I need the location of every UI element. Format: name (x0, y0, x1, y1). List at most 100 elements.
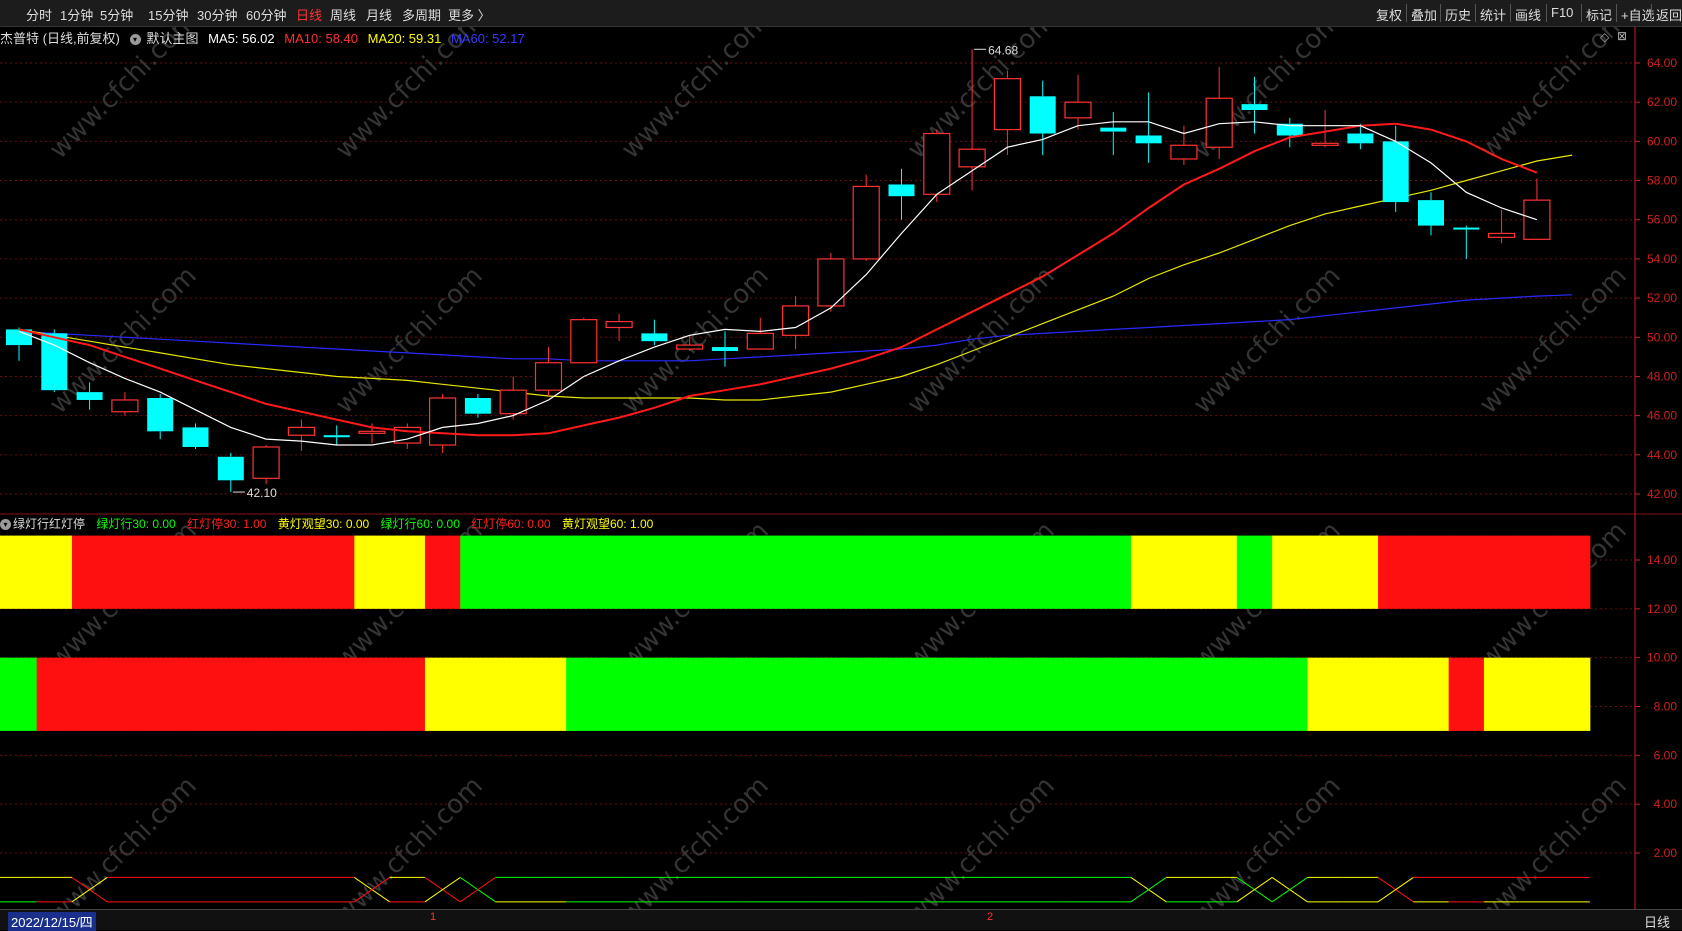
signal-lane-30 (354, 535, 391, 609)
signal-lane-60 (1483, 657, 1520, 731)
template-label[interactable]: 默认主图 (147, 31, 199, 46)
signal-lane-30 (1483, 535, 1520, 609)
price-tick-label: 44.00 (1647, 448, 1677, 462)
candle (888, 184, 915, 197)
status-bar: 2022/12/15/四 1 2 日线 (0, 909, 1682, 931)
period-indicator[interactable]: 日线 (1644, 912, 1670, 931)
toolbar-separator (1440, 4, 1441, 22)
period-tab-3[interactable]: 15分钟 (148, 5, 188, 24)
low-label: 42.10 (247, 486, 277, 500)
stock-chart[interactable]: 64.00 62.00 60.00 58.00 56.00 54.00 52.00 50.00… (0, 0, 1682, 929)
signal-lane-30 (1025, 535, 1061, 609)
toolbar-button-1[interactable]: 叠加 (1411, 5, 1437, 24)
yellow30-label: 黄灯观望30: 0.00 (277, 517, 370, 531)
candle (1487, 232, 1516, 238)
candle (287, 426, 315, 436)
period-tab-2[interactable]: 5分钟 (100, 5, 133, 24)
signal-lane-30 (1095, 535, 1132, 609)
candle (323, 435, 350, 438)
signal-lane-30 (742, 535, 779, 609)
stock-title[interactable]: 杰普特 (日线,前复权) (0, 31, 120, 46)
period-tab-10[interactable]: 更多 〉 (448, 5, 491, 24)
signal-lane-30 (248, 535, 285, 609)
candle (1418, 200, 1444, 226)
signal-lane-60 (1307, 657, 1344, 731)
signal-lane-60 (989, 657, 1026, 731)
candle (993, 78, 1022, 131)
signal-lane-60 (1236, 657, 1273, 731)
toolbar-button-5[interactable]: F10 (1551, 5, 1573, 20)
price-tick-label: 62.00 (1647, 95, 1677, 109)
price-tick-label: 46.00 (1647, 409, 1677, 423)
candle (923, 132, 951, 195)
signal-lane-60 (460, 657, 497, 731)
template-icon[interactable]: ▾ (129, 34, 141, 46)
indicator-tick-label: 12.00 (1647, 602, 1677, 616)
indicator-tick-label: 6.00 (1654, 748, 1678, 762)
toolbar-button-8[interactable]: 返回 (1656, 5, 1682, 24)
signal-lane-30 (283, 535, 320, 609)
toolbar-button-7[interactable]: +自选 (1621, 5, 1655, 24)
watermark: www.cfchi.com (1474, 261, 1633, 420)
price-tick-label: 56.00 (1647, 213, 1677, 227)
period-tab-7[interactable]: 周线 (330, 5, 356, 24)
period-tab-6[interactable]: 日线 (296, 5, 322, 24)
ma10-label: MA10: 58.40 (284, 31, 358, 46)
signal-lane-30 (1272, 535, 1308, 609)
watermark: www.cfchi.com (1188, 771, 1347, 929)
candle (252, 446, 280, 479)
period-tab-8[interactable]: 月线 (366, 5, 392, 24)
toolbar-separator (1510, 4, 1511, 22)
signal-lane-30 (919, 535, 955, 609)
candle (781, 305, 810, 336)
watermark: www.cfchi.com (616, 771, 775, 929)
signal-lane-60 (354, 657, 391, 731)
period-tab-0[interactable]: 分时 (26, 5, 52, 24)
toolbar-button-0[interactable]: 复权 (1376, 5, 1402, 24)
diamond-icon[interactable]: ◇ (1600, 30, 1609, 44)
signal-lane-60 (213, 657, 249, 731)
toolbar-separator (1581, 4, 1582, 22)
candle (1241, 104, 1268, 111)
candle (676, 344, 704, 350)
signal-lane-60 (883, 657, 920, 731)
candle (852, 185, 880, 260)
signal-lane-60 (707, 657, 744, 731)
period-tab-1[interactable]: 1分钟 (60, 5, 93, 24)
close-icon[interactable]: ⊠ (1617, 29, 1627, 43)
signal-lane-30 (530, 535, 567, 609)
signal-lane-30 (177, 535, 214, 609)
toolbar-button-3[interactable]: 统计 (1480, 5, 1506, 24)
watermark: www.cfchi.com (330, 261, 489, 420)
signal-lane-30 (213, 535, 249, 609)
period-tab-4[interactable]: 30分钟 (197, 5, 237, 24)
signal-lane-60 (283, 657, 320, 731)
indicator-name[interactable]: 绿灯行红灯停 (13, 517, 85, 531)
signal-lane-30 (1060, 535, 1097, 609)
indicator-tick-label: 2.00 (1654, 846, 1678, 860)
signal-lane-60 (1025, 657, 1061, 731)
signal-lane-30 (424, 535, 461, 609)
red30-label: 红灯停30: 1.00 (187, 517, 267, 531)
toolbar-separator (1475, 4, 1476, 22)
signal-lane-60 (177, 657, 214, 731)
signal-lane-60 (530, 657, 567, 731)
indicator-info-bar: ▾ 绿灯行红灯停 绿灯行30: 0.00 红灯停30: 1.00 黄灯观望30: … (0, 515, 661, 533)
signal-lane-60 (495, 657, 532, 731)
candle (746, 332, 774, 350)
cursor-date: 2022/12/15/四 (8, 912, 96, 931)
period-tab-9[interactable]: 多周期 (402, 5, 441, 24)
candle (429, 397, 457, 446)
toolbar-button-2[interactable]: 历史 (1445, 5, 1471, 24)
candle (464, 398, 491, 414)
toolbar-button-6[interactable]: 标记 (1586, 5, 1612, 24)
watermark: www.cfchi.com (902, 771, 1061, 929)
period-tab-5[interactable]: 60分钟 (246, 5, 286, 24)
candle (605, 321, 633, 329)
signal-lane-60 (954, 657, 991, 731)
indicator-menu-icon[interactable]: ▾ (0, 519, 11, 531)
candle (1170, 144, 1198, 160)
toolbar-button-4[interactable]: 画线 (1515, 5, 1541, 24)
signal-lane-60 (248, 657, 285, 731)
signal-lane-60 (1201, 657, 1238, 731)
